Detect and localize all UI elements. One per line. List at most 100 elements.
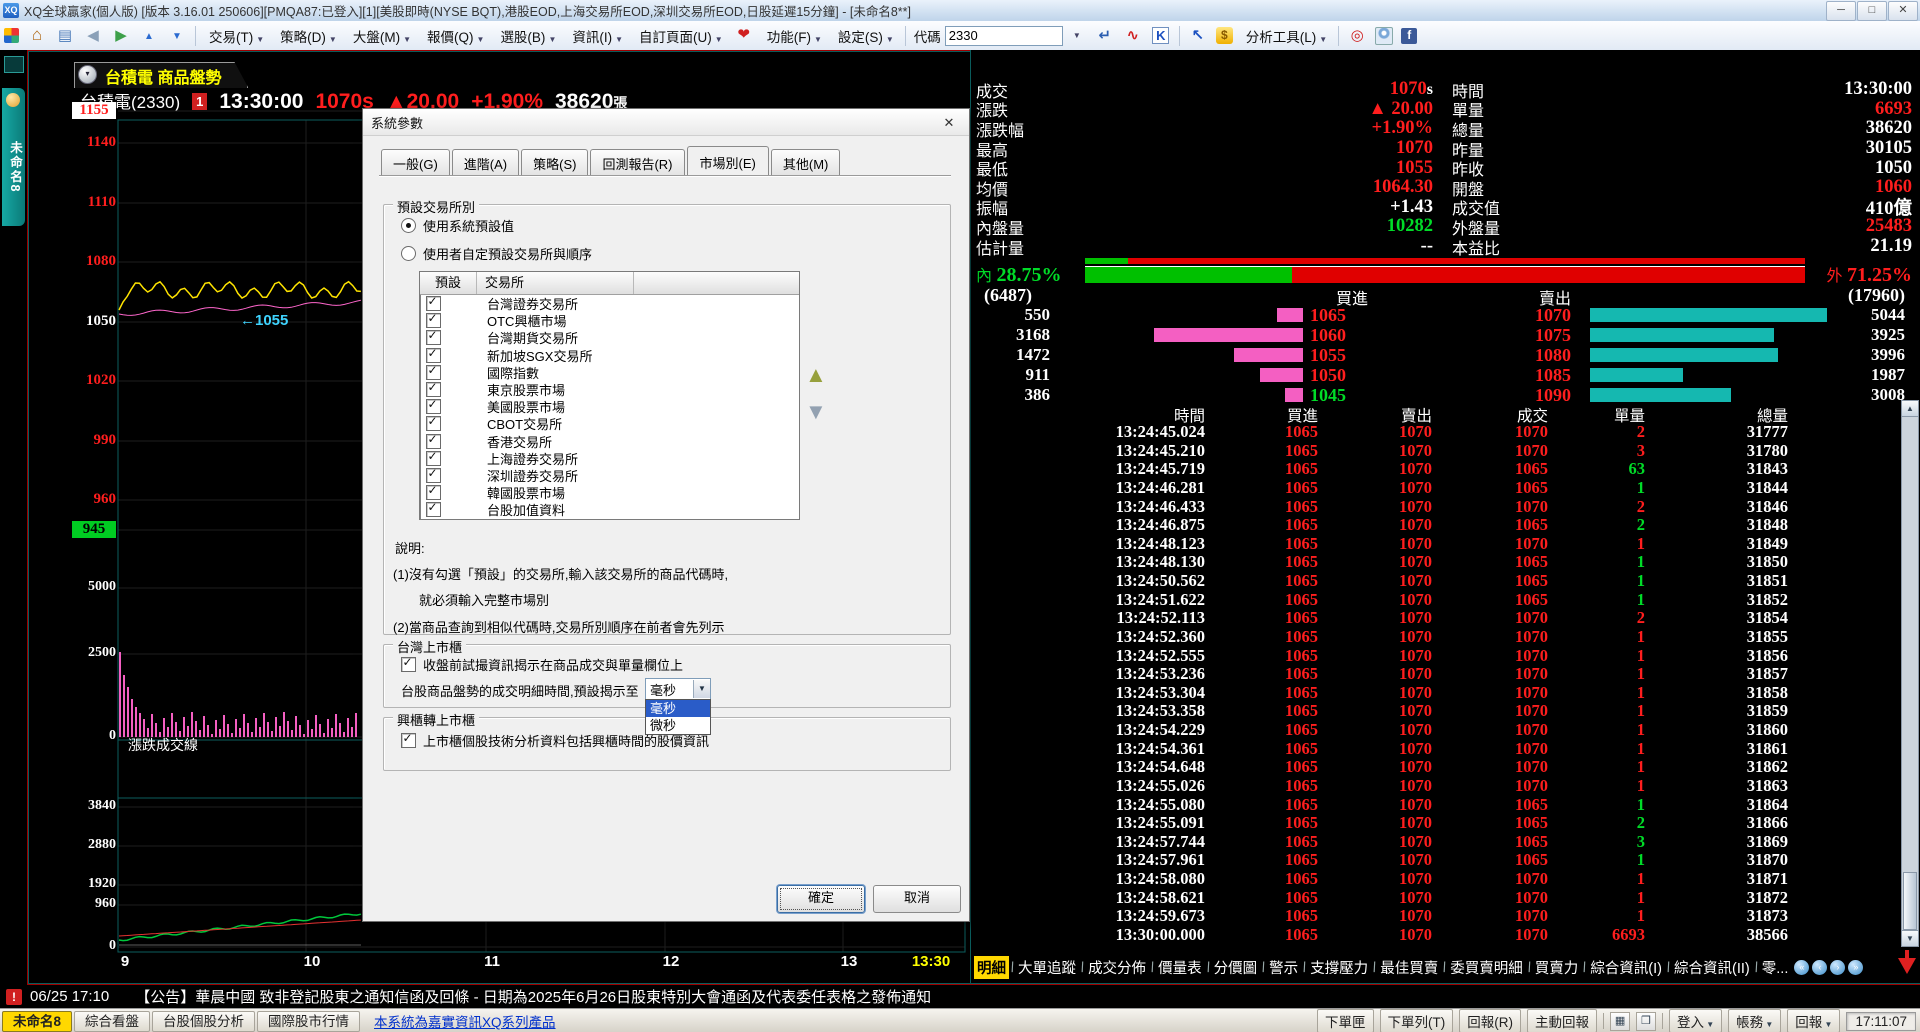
favorite-icon[interactable] [733,24,755,48]
detail-nav-icon-2[interactable]: ‹ [1812,960,1827,975]
exchange-row[interactable]: 韓國股票市場 [420,484,799,501]
scroll-down-icon[interactable]: ▼ [1902,930,1918,946]
exchange-row[interactable]: 國際指數 [420,364,799,381]
checkbox-checked-icon[interactable] [426,330,441,345]
dialog-close-icon[interactable]: ✕ [935,112,963,134]
exchange-table[interactable]: 預設 交易所 台灣證券交易所OTC興櫃市場台灣期貨交易所新加坡SGX交易所國際指… [419,271,800,520]
workspace-grid-icon[interactable] [4,28,19,43]
detail-tab-8[interactable]: 最佳買賣 [1377,956,1441,979]
combo-dropdown-icon[interactable]: ▼ [693,680,710,698]
bidask-row[interactable]: 550106510705044 [976,305,1912,325]
menu-8[interactable]: 功能(F)▼ [758,24,829,48]
bottom-tab-1[interactable]: 未命名8 [2,1011,72,1032]
move-down-icon[interactable]: ▼ [805,401,827,423]
maximize-button[interactable]: □ [1857,1,1887,21]
order-button-1[interactable]: 下單匣 [1317,1009,1374,1032]
detail-nav-icon-1[interactable]: « [1794,960,1809,975]
cancel-button[interactable]: 取消 [873,885,961,913]
dialog-tab-1[interactable]: 一般(G) [381,149,450,175]
system-notice-link[interactable]: 本系統為嘉實資訊XQ系列產品 [374,1011,556,1031]
checkbox-checked-icon[interactable] [426,399,441,414]
scroll-up-icon[interactable]: ▲ [1902,401,1918,417]
detail-tab-5[interactable]: 分價圖 [1211,956,1261,979]
menu-6[interactable]: 資訊(I)▼ [563,24,630,48]
back-icon[interactable] [82,25,104,47]
menu-9[interactable]: 設定(S)▼ [829,24,901,48]
checkbox-checked-icon[interactable] [426,451,441,466]
tape-table[interactable]: 13:24:45.02410651070107023177713:24:45.2… [976,423,1912,945]
account-icon[interactable] [1375,27,1393,45]
combo-option-2[interactable]: 微秒 [646,717,710,734]
detail-tab-1[interactable]: 明細 [974,956,1009,979]
scroll-thumb[interactable] [1903,872,1917,930]
menu-1[interactable]: 交易(T)▼ [200,24,271,48]
checkbox-checked-icon[interactable] [426,502,441,517]
combo-option-list[interactable]: 毫秒微秒 [645,699,711,735]
kline-icon[interactable] [1150,25,1172,47]
move-up-icon[interactable]: ▲ [805,364,827,386]
bidask-row[interactable]: 1472105510803996 [976,345,1912,365]
menu-5[interactable]: 選股(B)▼ [491,24,563,48]
cursor-tool-icon[interactable] [1187,25,1209,47]
time-precision-combo[interactable]: 毫秒 ▼ [645,678,711,700]
detail-tab-9[interactable]: 委買賣明細 [1447,956,1526,979]
dialog-tab-4[interactable]: 回測報告(R) [590,149,684,175]
detail-tab-12[interactable]: 綜合資訊(II) [1671,956,1753,979]
radio-system-default[interactable]: 使用系統預設值 [401,216,514,235]
bidask-row[interactable]: 911105010851987 [976,365,1912,385]
exchange-row[interactable]: 上海證券交易所 [420,450,799,467]
session-button-2[interactable]: 帳務 ▼ [1728,1009,1781,1032]
jump-to-latest-icon[interactable] [1898,950,1916,974]
sidebar-page-tab[interactable]: 未命名8 [2,88,25,226]
home-icon[interactable] [26,24,48,47]
dialog-tab-2[interactable]: 進階(A) [452,149,519,175]
exchange-row[interactable]: CBOT交易所 [420,415,799,432]
collapse-down-icon[interactable] [166,24,188,48]
detail-tab-3[interactable]: 成交分佈 [1085,956,1149,979]
menu-3[interactable]: 大盤(M)▼ [344,24,418,48]
page-list-icon[interactable] [54,25,76,47]
collapse-up-icon[interactable] [138,24,160,48]
exchange-row[interactable]: 香港交易所 [420,433,799,450]
close-button[interactable]: ✕ [1888,1,1918,21]
detail-tab-10[interactable]: 買賣力 [1532,956,1582,979]
order-button-4[interactable]: 主動回報 [1527,1009,1597,1032]
checkbox-checked-icon[interactable] [426,468,441,483]
session-button-1[interactable]: 登入 ▼ [1669,1009,1722,1032]
menu-4[interactable]: 報價(Q)▼ [418,24,491,48]
analysis-tools-menu[interactable]: 分析工具(L)▼ [1237,24,1334,48]
session-button-3[interactable]: 回報 ▼ [1787,1009,1840,1032]
exchange-row[interactable]: 深圳證券交易所 [420,467,799,484]
exchange-row[interactable]: 東京股票市場 [420,381,799,398]
bottom-tab-3[interactable]: 台股個股分析 [152,1011,255,1032]
calendar-grid-icon[interactable]: ▦ [1610,1012,1630,1031]
trend-chart-icon[interactable] [1122,25,1144,47]
dialog-tab-6[interactable]: 其他(M) [771,149,841,175]
order-button-2[interactable]: 下單列(T) [1380,1009,1454,1032]
dialog-tab-5[interactable]: 市場別(E) [687,146,769,176]
exchange-row[interactable]: 美國股票市場 [420,398,799,415]
exchange-row[interactable]: 台灣期貨交易所 [420,329,799,346]
checkbox-checked-icon[interactable] [426,434,441,449]
dialog-tab-3[interactable]: 策略(S) [521,149,588,175]
exchange-row[interactable]: 台股加值資料 [420,501,799,518]
code-dropdown-icon[interactable]: ▼ [1066,25,1088,47]
menu-7[interactable]: 自訂頁面(U)▼ [630,24,730,48]
dialog-title-bar[interactable]: 系統參數 [363,109,969,136]
exchange-row[interactable]: 台灣證券交易所 [420,295,799,312]
bottom-tab-4[interactable]: 國際股市行情 [257,1011,360,1032]
exchange-row[interactable]: 新加坡SGX交易所 [420,347,799,364]
enter-icon[interactable] [1094,25,1116,47]
order-dollar-icon[interactable]: $ [1216,27,1233,44]
bottom-tab-2[interactable]: 綜合看盤 [74,1011,150,1032]
detail-tab-4[interactable]: 價量表 [1155,956,1205,979]
checkbox-pre-close-trial[interactable]: 收盤前試撮資訊揭示在商品成交與單量欄位上 [401,655,683,674]
detail-tab-13[interactable]: 零... [1759,956,1792,979]
checkbox-checked-icon[interactable] [426,296,441,311]
minimize-button[interactable]: ─ [1826,1,1856,21]
ok-button[interactable]: 確定 [777,885,865,913]
detail-nav-icon-3[interactable]: › [1830,960,1845,975]
exchange-row[interactable]: OTC興櫃市場 [420,312,799,329]
checkbox-checked-icon[interactable] [426,382,441,397]
facebook-icon[interactable]: f [1401,28,1417,44]
